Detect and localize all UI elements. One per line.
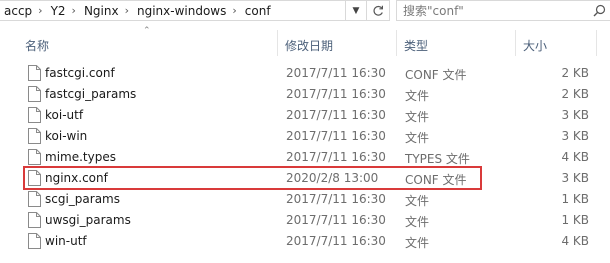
search-icon[interactable] <box>588 4 610 17</box>
column-header-type[interactable]: 类型 <box>404 37 428 54</box>
file-size: 2 KB <box>561 66 589 80</box>
chevron-right-icon[interactable]: › <box>122 4 133 17</box>
chevron-right-icon[interactable]: › <box>69 4 80 17</box>
column-divider[interactable] <box>596 30 597 56</box>
file-date: 2017/7/11 16:30 <box>286 192 386 206</box>
address-dropdown-button[interactable]: ▼ <box>346 0 366 21</box>
file-size: 1 KB <box>561 213 589 227</box>
file-date: 2017/7/11 16:30 <box>286 87 386 101</box>
sort-ascending-icon: ⌃ <box>143 26 151 36</box>
file-date: 2017/7/11 16:30 <box>286 213 386 227</box>
file-size: 1 KB <box>561 192 589 206</box>
file-icon <box>28 212 41 228</box>
file-name[interactable]: fastcgi.conf <box>45 66 115 80</box>
file-row[interactable]: mime.types 2017/7/11 16:30 TYPES 文件 4 KB <box>0 147 610 168</box>
file-icon <box>28 107 41 123</box>
column-header-date[interactable]: 修改日期 <box>285 37 333 54</box>
file-icon <box>28 86 41 102</box>
file-row[interactable]: fastcgi_params 2017/7/11 16:30 文件 2 KB <box>0 84 610 105</box>
column-header-name[interactable]: 名称 <box>25 37 49 54</box>
file-icon <box>28 65 41 81</box>
breadcrumb-accp[interactable]: accp <box>0 4 35 18</box>
file-row[interactable]: uwsgi_params 2017/7/11 16:30 文件 1 KB <box>0 210 610 231</box>
file-size: 4 KB <box>561 234 589 248</box>
file-name[interactable]: uwsgi_params <box>45 213 131 227</box>
breadcrumb-conf[interactable]: conf <box>241 4 274 18</box>
file-icon <box>28 191 41 207</box>
file-date: 2017/7/11 16:30 <box>286 66 386 80</box>
file-name[interactable]: win-utf <box>45 234 87 248</box>
file-type: 文件 <box>405 89 430 103</box>
highlight-box <box>23 166 482 190</box>
file-row[interactable]: koi-win 2017/7/11 16:30 文件 3 KB <box>0 126 610 147</box>
breadcrumb-nginx-windows[interactable]: nginx-windows <box>133 4 229 18</box>
file-size: 3 KB <box>561 108 589 122</box>
file-name[interactable]: scgi_params <box>45 192 120 206</box>
breadcrumb-y2[interactable]: Y2 <box>47 4 69 18</box>
file-type: 文件 <box>405 131 430 145</box>
file-icon <box>28 128 41 144</box>
file-type: CONF 文件 <box>405 68 467 82</box>
refresh-icon <box>373 5 383 16</box>
chevron-right-icon[interactable]: › <box>229 4 240 17</box>
file-type: 文件 <box>405 215 430 229</box>
file-date: 2017/7/11 16:30 <box>286 150 386 164</box>
file-row[interactable]: scgi_params 2017/7/11 16:30 文件 1 KB <box>0 189 610 210</box>
file-row[interactable]: fastcgi.conf 2017/7/11 16:30 CONF 文件 2 K… <box>0 63 610 84</box>
chevron-down-icon: ▼ <box>352 5 360 16</box>
file-row[interactable]: koi-utf 2017/7/11 16:30 文件 3 KB <box>0 105 610 126</box>
file-size: 2 KB <box>561 87 589 101</box>
search-box[interactable] <box>396 0 610 21</box>
column-header-size[interactable]: 大小 <box>523 37 547 54</box>
column-divider[interactable] <box>515 30 516 56</box>
file-type: TYPES 文件 <box>405 152 470 166</box>
file-size: 3 KB <box>561 129 589 143</box>
file-name[interactable]: koi-win <box>45 129 87 143</box>
file-date: 2017/7/11 16:30 <box>286 108 386 122</box>
file-name[interactable]: fastcgi_params <box>45 87 136 101</box>
column-divider[interactable] <box>277 30 278 56</box>
column-divider[interactable] <box>396 30 397 56</box>
file-type: 文件 <box>405 194 430 208</box>
refresh-button[interactable] <box>366 0 390 21</box>
file-date: 2017/7/11 16:30 <box>286 234 386 248</box>
column-headers: ⌃ 名称 修改日期 类型 大小 <box>0 26 610 60</box>
file-icon <box>28 233 41 249</box>
file-name[interactable]: koi-utf <box>45 108 83 122</box>
file-type: 文件 <box>405 110 430 124</box>
file-date: 2017/7/11 16:30 <box>286 129 386 143</box>
file-row[interactable]: win-utf 2017/7/11 16:30 文件 4 KB <box>0 231 610 252</box>
file-name[interactable]: mime.types <box>45 150 116 164</box>
breadcrumb-nginx[interactable]: Nginx <box>80 4 122 18</box>
file-type: 文件 <box>405 236 430 250</box>
file-size: 3 KB <box>561 171 589 185</box>
address-bar[interactable]: accp › Y2 › Nginx › nginx-windows › conf <box>0 0 346 21</box>
file-icon <box>28 149 41 165</box>
search-input[interactable] <box>397 3 588 18</box>
chevron-right-icon[interactable]: › <box>35 4 46 17</box>
toolbar: accp › Y2 › Nginx › nginx-windows › conf… <box>0 0 610 22</box>
file-size: 4 KB <box>561 150 589 164</box>
